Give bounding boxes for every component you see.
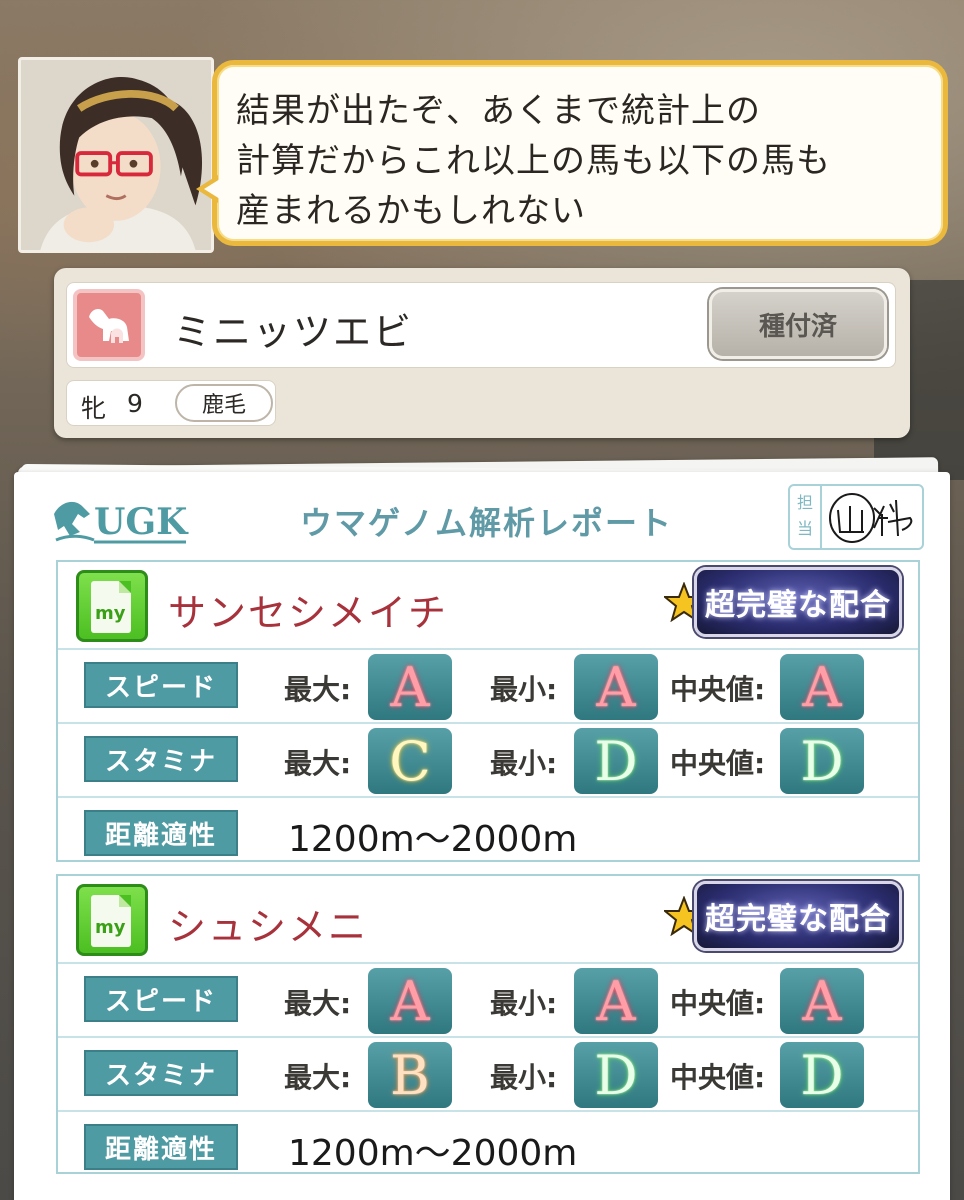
trainer-portrait-icon bbox=[21, 60, 211, 250]
age-label: 9 bbox=[127, 389, 143, 418]
speed-row: スピード 最大: A 最小: A 中央値: A bbox=[58, 962, 918, 1034]
distance-label: 距離適性 bbox=[84, 810, 238, 856]
genome-entry[interactable]: my シュシメニ 5 超完璧な配合 スピード 最大: A 最小: A 中央値: … bbox=[56, 874, 920, 1174]
report-title: ウマゲノム解析レポート bbox=[300, 504, 674, 542]
max-label: 最大: bbox=[284, 673, 352, 706]
stamina-median-grade: D bbox=[780, 728, 864, 794]
stamina-label: スタミナ bbox=[84, 736, 238, 782]
dialogue-line: 計算だからこれ以上の馬も以下の馬も bbox=[236, 141, 831, 181]
dialogue-line: 産まれるかもしれない bbox=[236, 191, 586, 231]
dialogue-text: 結果が出たぞ、あくまで統計上の 計算だからこれ以上の馬も以下の馬も 産まれるかも… bbox=[236, 86, 926, 236]
distance-label: 距離適性 bbox=[84, 1124, 238, 1170]
speed-min-grade: A bbox=[574, 654, 658, 720]
stamina-max-grade: C bbox=[368, 728, 452, 794]
dialogue-line: 結果が出たぞ、あくまで統計上の bbox=[236, 91, 761, 131]
entry-header: my サンセシメイチ 5 超完璧な配合 bbox=[58, 562, 918, 642]
my-document-icon: my bbox=[76, 884, 148, 956]
inspector-stamp: 担 当 山科 bbox=[788, 484, 924, 550]
min-label: 最小: bbox=[490, 987, 558, 1020]
median-label: 中央値: bbox=[670, 987, 766, 1020]
distance-value: 1200m〜2000m bbox=[288, 819, 578, 860]
stamp-label-char: 担 bbox=[796, 493, 813, 512]
stamina-row: スタミナ 最大: B 最小: D 中央値: D bbox=[58, 1036, 918, 1108]
my-document-icon: my bbox=[76, 570, 148, 642]
horse-card: ミニッツエビ 種付済 牝 9 鹿毛 bbox=[54, 268, 910, 438]
stamina-label: スタミナ bbox=[84, 1050, 238, 1096]
speech-bubble-tail-inner bbox=[204, 179, 220, 199]
min-label: 最小: bbox=[490, 1061, 558, 1094]
my-text: my bbox=[95, 603, 126, 624]
mare-icon bbox=[73, 289, 145, 361]
speed-label: スピード bbox=[84, 662, 238, 708]
bred-status-button[interactable]: 種付済 bbox=[709, 289, 887, 359]
compatibility-badge: 超完璧な配合 bbox=[694, 881, 902, 951]
min-label: 最小: bbox=[490, 747, 558, 780]
entry-header: my シュシメニ 5 超完璧な配合 bbox=[58, 876, 918, 956]
ugk-logo-text: UGK bbox=[94, 501, 189, 543]
speed-max-grade: A bbox=[368, 968, 452, 1034]
speed-min-grade: A bbox=[574, 968, 658, 1034]
stamp-divider bbox=[820, 486, 822, 548]
horse-name-panel: ミニッツエビ 種付済 bbox=[66, 282, 896, 368]
speed-label: スピード bbox=[84, 976, 238, 1022]
stamina-max-grade: B bbox=[368, 1042, 452, 1108]
stamina-min-grade: D bbox=[574, 728, 658, 794]
signature: 山科 bbox=[829, 493, 913, 543]
speed-max-grade: A bbox=[368, 654, 452, 720]
min-label: 最小: bbox=[490, 673, 558, 706]
stamina-row: スタミナ 最大: C 最小: D 中央値: D bbox=[58, 722, 918, 794]
sire-name: サンセシメイチ bbox=[168, 591, 449, 635]
distance-value: 1200m〜2000m bbox=[288, 1133, 578, 1174]
median-label: 中央値: bbox=[670, 1061, 766, 1094]
distance-row: 距離適性 1200m〜2000m bbox=[58, 1110, 918, 1174]
genome-entry[interactable]: my サンセシメイチ 5 超完璧な配合 スピード 最大: A 最小: A 中央値… bbox=[56, 560, 920, 862]
ugk-logo: UGK bbox=[50, 492, 190, 548]
speed-median-grade: A bbox=[780, 968, 864, 1034]
coat-color-badge: 鹿毛 bbox=[175, 384, 273, 422]
ugk-horse-logo-icon bbox=[54, 501, 95, 542]
max-label: 最大: bbox=[284, 747, 352, 780]
stamp-label: 担 当 bbox=[794, 490, 816, 542]
sex-age-panel: 牝 9 鹿毛 bbox=[66, 380, 276, 426]
speed-median-grade: A bbox=[780, 654, 864, 720]
sex-label: 牝 bbox=[81, 394, 107, 423]
compatibility-badge: 超完璧な配合 bbox=[694, 567, 902, 637]
trainer-portrait bbox=[18, 57, 214, 253]
max-label: 最大: bbox=[284, 1061, 352, 1094]
distance-row: 距離適性 1200m〜2000m bbox=[58, 796, 918, 860]
sire-name: シュシメニ bbox=[168, 905, 369, 949]
horse-name: ミニッツエビ bbox=[173, 310, 414, 354]
median-label: 中央値: bbox=[670, 673, 766, 706]
speed-row: スピード 最大: A 最小: A 中央値: A bbox=[58, 648, 918, 720]
median-label: 中央値: bbox=[670, 747, 766, 780]
stamp-label-char: 当 bbox=[796, 519, 813, 538]
stamina-min-grade: D bbox=[574, 1042, 658, 1108]
my-text: my bbox=[95, 917, 126, 938]
max-label: 最大: bbox=[284, 987, 352, 1020]
stamina-median-grade: D bbox=[780, 1042, 864, 1108]
